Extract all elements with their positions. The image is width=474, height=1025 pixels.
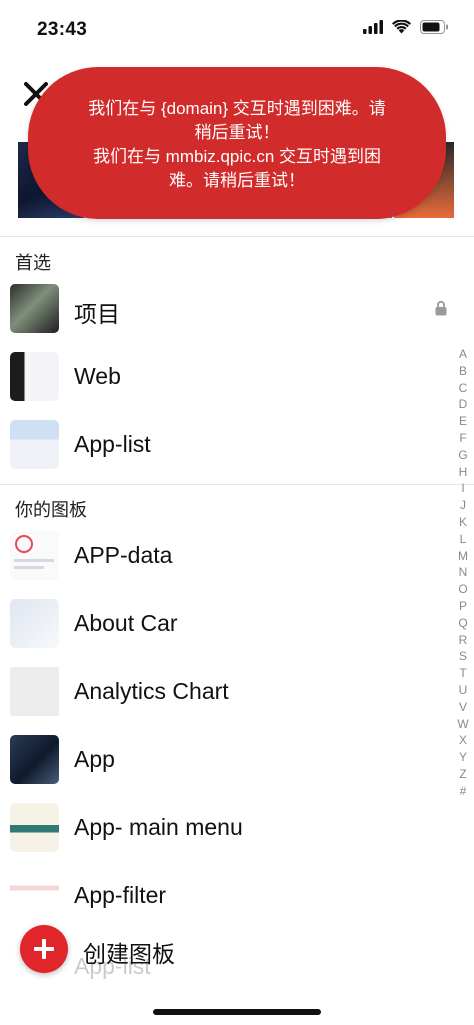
index-letter[interactable]: V bbox=[459, 699, 467, 716]
index-letter[interactable]: Q bbox=[458, 615, 467, 632]
toast-line: 稍后重试！ bbox=[194, 123, 280, 142]
index-letter[interactable]: S bbox=[459, 648, 467, 665]
board-thumbnail bbox=[10, 667, 59, 716]
index-letter[interactable]: I bbox=[461, 480, 464, 497]
index-letter[interactable]: R bbox=[459, 632, 468, 649]
board-label: Analytics Chart bbox=[74, 678, 229, 704]
board-row-app-list[interactable]: App-list bbox=[0, 411, 455, 479]
alphabet-index[interactable]: A B C D E F G H I J K L M N O P Q R S T U V W X Y Z # bbox=[456, 346, 470, 800]
toast-line: 我们在与 {domain} 交互时遇到困难。请 bbox=[88, 99, 386, 118]
board-label: About Car bbox=[74, 610, 178, 636]
board-row-app-data[interactable]: APP-data bbox=[0, 522, 455, 590]
error-toast[interactable]: 我们在与 {domain} 交互时遇到困难。请 稍后重试！ 我们在与 mmbiz… bbox=[28, 67, 446, 219]
board-thumbnail bbox=[10, 420, 59, 469]
board-row-web[interactable]: Web bbox=[0, 343, 455, 411]
index-letter[interactable]: D bbox=[459, 396, 468, 413]
cellular-signal-icon bbox=[363, 20, 383, 34]
index-letter[interactable]: U bbox=[459, 682, 468, 699]
board-label: Web bbox=[74, 363, 121, 389]
index-letter[interactable]: E bbox=[459, 413, 467, 430]
create-board-label[interactable]: 创建图板 bbox=[83, 935, 175, 969]
index-letter[interactable]: B bbox=[459, 363, 467, 380]
index-letter[interactable]: J bbox=[460, 497, 466, 514]
board-row-about-car[interactable]: About Car bbox=[0, 590, 455, 658]
board-thumbnail bbox=[10, 284, 59, 333]
divider bbox=[0, 236, 474, 237]
index-letter[interactable]: Y bbox=[459, 749, 467, 766]
toast-line: 我们在与 mmbiz.qpic.cn 交互时遇到困 bbox=[92, 147, 382, 166]
index-letter[interactable]: K bbox=[459, 514, 467, 531]
index-letter[interactable]: W bbox=[457, 716, 468, 733]
board-thumbnail bbox=[10, 735, 59, 784]
board-thumbnail bbox=[10, 803, 59, 852]
index-letter[interactable]: A bbox=[459, 346, 467, 363]
status-icons bbox=[363, 20, 449, 34]
index-letter[interactable]: M bbox=[458, 548, 468, 565]
wifi-icon bbox=[392, 20, 411, 34]
board-thumbnail bbox=[10, 352, 59, 401]
index-letter[interactable]: # bbox=[460, 783, 467, 800]
board-label: App bbox=[74, 746, 115, 772]
status-bar: 23:43 bbox=[0, 0, 474, 56]
battery-icon bbox=[420, 20, 448, 34]
toast-line: 难。请稍后重试！ bbox=[169, 171, 305, 190]
index-letter[interactable]: F bbox=[459, 430, 466, 447]
chart-thumb-icon bbox=[14, 535, 54, 569]
board-row-app[interactable]: App bbox=[0, 726, 455, 794]
create-board-button[interactable] bbox=[20, 925, 68, 973]
index-letter[interactable]: L bbox=[460, 531, 467, 548]
board-thumbnail bbox=[10, 599, 59, 648]
home-indicator bbox=[153, 1009, 321, 1015]
board-row-analytics-chart[interactable]: Analytics Chart bbox=[0, 658, 455, 726]
index-letter[interactable]: T bbox=[459, 665, 466, 682]
board-thumbnail bbox=[10, 531, 59, 580]
board-label: APP-data bbox=[74, 542, 173, 568]
index-letter[interactable]: Z bbox=[459, 766, 466, 783]
status-time: 23:43 bbox=[37, 19, 88, 40]
index-letter[interactable]: X bbox=[459, 732, 467, 749]
index-letter[interactable]: N bbox=[459, 564, 468, 581]
section-title-preferred: 首选 bbox=[15, 253, 51, 273]
board-row-partial: App-list bbox=[0, 945, 474, 1005]
board-row-app-main-menu[interactable]: App- main menu bbox=[0, 794, 455, 862]
index-letter[interactable]: H bbox=[459, 464, 468, 481]
board-row-projects[interactable]: 项目 bbox=[0, 275, 455, 343]
board-thumbnail bbox=[10, 871, 59, 920]
board-label: 项目 bbox=[74, 301, 120, 327]
lock-icon bbox=[435, 300, 447, 316]
board-label: App- main menu bbox=[74, 814, 243, 840]
index-letter[interactable]: C bbox=[459, 380, 468, 397]
section-title-boards: 你的图板 bbox=[15, 500, 87, 520]
board-label: App-filter bbox=[74, 882, 167, 908]
index-letter[interactable]: P bbox=[459, 598, 467, 615]
divider bbox=[0, 484, 474, 485]
index-letter[interactable]: G bbox=[458, 447, 467, 464]
board-label: App-list bbox=[74, 431, 151, 457]
index-letter[interactable]: O bbox=[458, 581, 467, 598]
board-row-app-filter[interactable]: App-filter bbox=[0, 862, 455, 930]
